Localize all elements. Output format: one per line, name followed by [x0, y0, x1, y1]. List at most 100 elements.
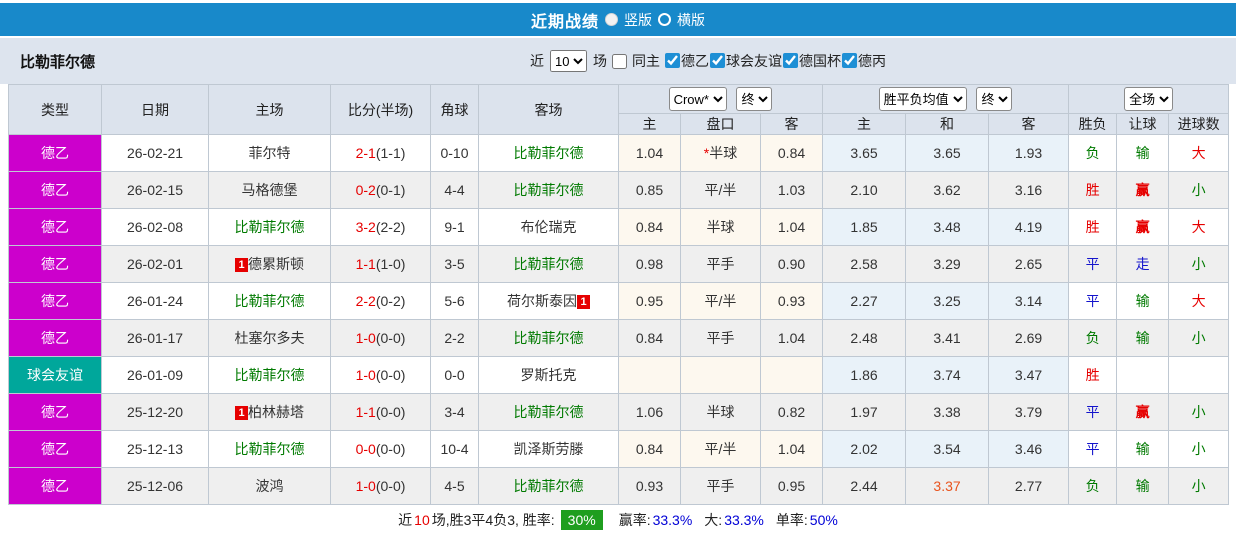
cell-result: 平 [1068, 393, 1118, 431]
near-label: 近 [530, 53, 544, 69]
rank-badge: 1 [235, 258, 248, 272]
cell-draw-odds: 3.48 [905, 208, 990, 246]
score-fulltime: 0-0 [355, 441, 376, 457]
cell-ah-away-odds: 1.04 [759, 319, 824, 357]
odds-type-select[interactable]: 胜平负均值 [878, 87, 967, 111]
cell-lose-odds: 3.14 [988, 282, 1070, 320]
cell-goals-result: 小 [1168, 393, 1230, 431]
score-halftime: (1-1) [375, 145, 406, 161]
cell-home-team: 马格德堡 [208, 171, 331, 209]
same-home-label: 同主 [632, 53, 660, 69]
score-fulltime: 0-2 [355, 182, 376, 198]
cell-score: 1-0(0-0) [330, 467, 431, 505]
cell-lose-odds: 1.93 [988, 134, 1070, 172]
col-header-score: 比分(半场) [330, 84, 431, 135]
score-halftime: (0-0) [375, 441, 406, 457]
win-odds-value: 33.3% [652, 511, 693, 528]
layout-vertical-radio[interactable] [605, 13, 618, 26]
cell-away-team: 比勒菲尔德 [478, 134, 619, 172]
table-row: 德乙 26-02-21 菲尔特 2-1(1-1) 0-10 比勒菲尔德 1.04 *半球 0.8… [8, 134, 1230, 172]
cell-ah-away-odds: 0.95 [759, 467, 824, 505]
cell-lose-odds: 2.65 [988, 245, 1070, 283]
score-fulltime: 2-1 [355, 145, 376, 161]
cell-draw-odds: 3.25 [905, 282, 990, 320]
cell-date: 26-02-21 [101, 134, 209, 172]
league-checkbox[interactable] [783, 53, 798, 69]
cell-score: 1-0(0-0) [330, 356, 431, 394]
filter-bar: 比勒菲尔德 近 10 场 同主 德乙 球会友谊 德国杯 德丙 [0, 38, 1236, 84]
team-name-text: 比勒菲尔德 [513, 330, 584, 346]
score-halftime: (0-0) [375, 478, 406, 494]
cell-result: 胜 [1068, 171, 1118, 209]
cell-away-team: 荷尔斯泰因 1 [478, 282, 619, 320]
cell-draw-odds: 3.54 [905, 430, 990, 468]
cell-ah-home-odds: 1.06 [618, 393, 681, 431]
cell-ah-away-odds: 0.84 [759, 134, 824, 172]
league-filter-item: 德国杯 [782, 51, 841, 71]
cell-ah-result: 输 [1116, 282, 1170, 320]
score-halftime: (1-0) [375, 256, 406, 272]
scope-selector-cell: 全场 [1068, 84, 1230, 114]
cell-goals-result: 大 [1168, 282, 1230, 320]
league-checkbox[interactable] [710, 53, 725, 69]
cell-goals-result: 小 [1168, 319, 1230, 357]
cell-league: 德乙 [8, 171, 102, 209]
score-halftime: (0-0) [375, 367, 406, 383]
cell-ah-line: 平手 [680, 467, 761, 505]
odds-state-select[interactable]: 终 [976, 87, 1013, 111]
handicap-star: * [703, 145, 710, 161]
league-checkbox[interactable] [665, 53, 680, 69]
cell-home-team: 波鸿 [208, 467, 331, 505]
company-select[interactable]: Crow* [668, 87, 727, 111]
titlebar: 近期战绩 竖版 横版 [0, 3, 1236, 36]
league-checkbox[interactable] [842, 53, 857, 69]
team-name-text: 比勒菲尔德 [513, 404, 584, 420]
score-halftime: (0-0) [375, 330, 406, 346]
win-rate-badge: 30% [560, 509, 603, 530]
cell-corner: 3-5 [430, 245, 479, 283]
table-row: 球会友谊 26-01-09 比勒菲尔德 1-0(0-0) 0-0 罗斯托克 1.86 3.74… [8, 356, 1230, 394]
cell-ah-line [680, 356, 761, 394]
layout-horizontal-label[interactable]: 横版 [677, 10, 705, 30]
cell-away-team: 凯泽斯劳滕 [478, 430, 619, 468]
score-fulltime: 3-2 [355, 219, 376, 235]
league-checkbox-label: 德国杯 [799, 52, 841, 69]
cell-ah-result: 走 [1116, 245, 1170, 283]
cell-home-team: 1 柏林赫塔 [208, 393, 331, 431]
league-filter-item: 德丙 [841, 51, 886, 71]
rank-badge: 1 [577, 295, 590, 309]
cell-corner: 10-4 [430, 430, 479, 468]
cell-goals-result: 小 [1168, 171, 1230, 209]
same-home-checkbox[interactable] [612, 53, 627, 69]
single-value: 50% [809, 511, 838, 528]
scope-select[interactable]: 全场 [1124, 87, 1174, 111]
cell-ah-home-odds: 0.93 [618, 467, 681, 505]
team-name-text: 菲尔特 [248, 145, 291, 161]
table-row: 德乙 25-12-20 1 柏林赫塔 1-1(0-0) 3-4 比勒菲尔德 1.06 半球 0.8… [8, 393, 1230, 431]
cell-ah-line: 平/半 [680, 282, 761, 320]
layout-vertical-label[interactable]: 竖版 [624, 10, 652, 30]
layout-horizontal-radio[interactable] [658, 13, 671, 26]
team-name-text: 马格德堡 [241, 182, 298, 198]
cell-score: 0-0(0-0) [330, 430, 431, 468]
score-fulltime: 1-0 [355, 478, 376, 494]
table-row: 德乙 26-01-24 比勒菲尔德 2-2(0-2) 5-6 荷尔斯泰因 1 0.95 平/半 0… [8, 282, 1230, 320]
header-group-row: 类型 日期 主场 比分(半场) 角球 客场 Crow* 终 胜平负均值 终 全场 [8, 84, 1230, 135]
score-fulltime: 1-0 [355, 330, 376, 346]
match-count-select[interactable]: 10 [550, 50, 587, 72]
subcol-ah-home: 主 [618, 113, 681, 135]
team-name-text: 杜塞尔多夫 [234, 330, 305, 346]
team-name-text: 比勒菲尔德 [234, 367, 305, 383]
cell-ah-home-odds: 0.98 [618, 245, 681, 283]
col-header-away: 客场 [478, 84, 619, 135]
cell-date: 25-12-20 [101, 393, 209, 431]
single-label: 单率: [775, 511, 808, 528]
company-state-select[interactable]: 终 [736, 87, 773, 111]
cell-draw-odds: 3.38 [905, 393, 990, 431]
subcol-goals: 进球数 [1168, 113, 1230, 135]
cell-ah-away-odds: 0.90 [759, 245, 824, 283]
col-header-date: 日期 [101, 84, 209, 135]
cell-win-odds: 2.58 [822, 245, 907, 283]
cell-draw-odds: 3.29 [905, 245, 990, 283]
cell-result: 胜 [1068, 208, 1118, 246]
